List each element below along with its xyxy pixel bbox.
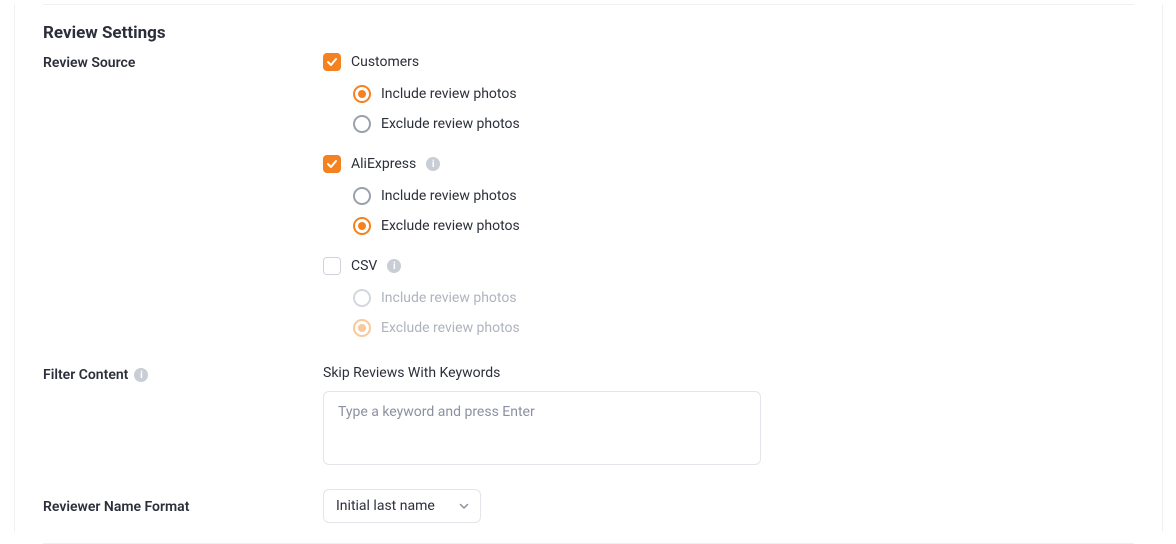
label-aliexpress-include: Include review photos xyxy=(381,188,517,204)
label-filter-content-text: Filter Content xyxy=(43,367,128,383)
aliexpress-exclude-row: Exclude review photos xyxy=(353,211,1134,241)
source-aliexpress-row: AliExpress i xyxy=(323,155,1134,173)
radio-csv-include xyxy=(353,289,371,307)
row-name-format: Reviewer Name Format Initial last name xyxy=(43,489,1134,523)
radio-csv-exclude xyxy=(353,319,371,337)
keyword-input[interactable] xyxy=(323,391,761,465)
info-icon-filter[interactable]: i xyxy=(134,368,148,382)
check-icon xyxy=(326,158,338,170)
radio-customers-include[interactable] xyxy=(353,85,371,103)
source-csv-row: CSV i xyxy=(323,257,1134,275)
label-name-format: Reviewer Name Format xyxy=(43,497,323,515)
select-name-format[interactable]: Initial last name xyxy=(323,489,481,523)
label-customers: Customers xyxy=(351,54,419,70)
info-icon-csv[interactable]: i xyxy=(387,259,401,273)
label-customers-exclude: Exclude review photos xyxy=(381,116,520,132)
customers-exclude-row: Exclude review photos xyxy=(353,109,1134,139)
label-csv: CSV xyxy=(351,258,377,274)
aliexpress-radio-group: Include review photos Exclude review pho… xyxy=(353,181,1134,241)
radio-customers-exclude[interactable] xyxy=(353,115,371,133)
customers-radio-group: Include review photos Exclude review pho… xyxy=(353,79,1134,139)
skip-keywords-label: Skip Reviews With Keywords xyxy=(323,365,1134,381)
row-review-source: Review Source Customers Include review p… xyxy=(43,53,1134,365)
checkbox-csv[interactable] xyxy=(323,257,341,275)
check-icon xyxy=(326,56,338,68)
label-aliexpress: AliExpress xyxy=(351,156,416,172)
select-name-format-value: Initial last name xyxy=(336,498,435,514)
label-aliexpress-exclude: Exclude review photos xyxy=(381,218,520,234)
label-name-format-text: Reviewer Name Format xyxy=(43,499,189,515)
source-customers-row: Customers xyxy=(323,53,1134,71)
label-review-source: Review Source xyxy=(43,53,323,71)
csv-exclude-row: Exclude review photos xyxy=(353,313,1134,343)
label-filter-content: Filter Content i xyxy=(43,365,323,383)
aliexpress-include-row: Include review photos xyxy=(353,181,1134,211)
label-csv-exclude: Exclude review photos xyxy=(381,320,520,336)
radio-aliexpress-include[interactable] xyxy=(353,187,371,205)
info-icon-aliexpress[interactable]: i xyxy=(426,157,440,171)
checkbox-customers[interactable] xyxy=(323,53,341,71)
name-format-controls: Initial last name xyxy=(323,489,1134,523)
csv-include-row: Include review photos xyxy=(353,283,1134,313)
filter-content-controls: Skip Reviews With Keywords xyxy=(323,365,1134,469)
chevron-down-icon xyxy=(458,500,470,512)
csv-radio-group: Include review photos Exclude review pho… xyxy=(353,283,1134,343)
label-review-source-text: Review Source xyxy=(43,55,135,71)
settings-panel: Review Settings Review Source Customers … xyxy=(14,4,1163,532)
divider-top xyxy=(43,4,1134,5)
label-customers-include: Include review photos xyxy=(381,86,517,102)
label-csv-include: Include review photos xyxy=(381,290,517,306)
section-title: Review Settings xyxy=(43,23,1134,43)
checkbox-aliexpress[interactable] xyxy=(323,155,341,173)
radio-aliexpress-exclude[interactable] xyxy=(353,217,371,235)
review-source-controls: Customers Include review photos Exclude … xyxy=(323,53,1134,365)
row-filter-content: Filter Content i Skip Reviews With Keywo… xyxy=(43,365,1134,469)
customers-include-row: Include review photos xyxy=(353,79,1134,109)
